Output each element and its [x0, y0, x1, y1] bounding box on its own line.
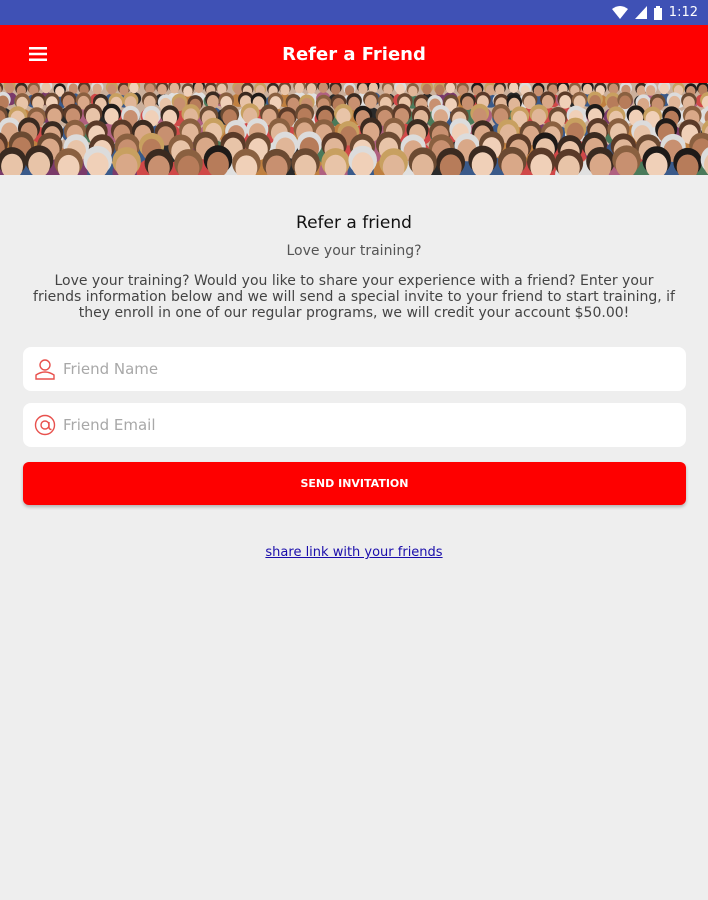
friend-email-input[interactable]: [63, 403, 686, 447]
menu-icon[interactable]: [22, 39, 54, 69]
page-title: Refer a Friend: [282, 43, 426, 65]
person-icon: [23, 358, 63, 380]
friend-name-input[interactable]: [63, 347, 686, 391]
section-heading: Refer a friend: [296, 213, 412, 233]
share-link[interactable]: share link with your friends: [0, 545, 708, 560]
send-invitation-button[interactable]: SEND INVITATION: [23, 462, 686, 505]
battery-icon: [653, 5, 662, 20]
section-subheading: Love your training?: [286, 243, 422, 259]
crowd-banner-image: [0, 83, 708, 175]
status-time: 1:12: [668, 5, 698, 20]
status-bar: 1:12: [0, 0, 708, 25]
description-text: Love your training? Would you like to sh…: [33, 273, 675, 321]
wifi-icon: [611, 6, 628, 19]
friend-email-field[interactable]: [23, 403, 686, 447]
friend-name-field[interactable]: [23, 347, 686, 391]
signal-icon: [634, 6, 647, 19]
at-sign-icon: [23, 414, 63, 436]
toolbar: Refer a Friend: [0, 25, 708, 83]
